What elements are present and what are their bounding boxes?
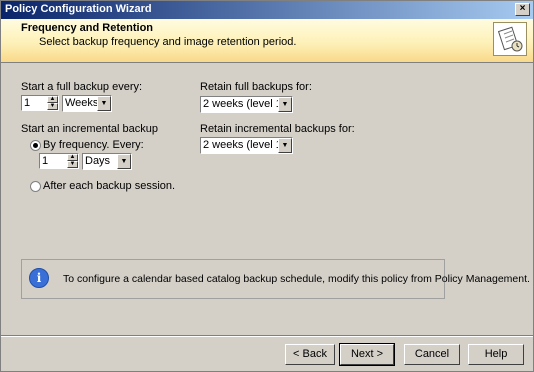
full-backup-unit-value: Weeks [65,97,99,109]
retain-incremental-label: Retain incremental backups for: [200,123,355,135]
incremental-unit-select[interactable]: Days ▼ [82,153,132,170]
page-subtitle: Select backup frequency and image retent… [39,36,297,48]
help-button[interactable]: Help [468,344,524,365]
after-session-label[interactable]: After each backup session. [43,180,175,192]
retain-full-value: 2 weeks (level 1) [203,98,286,110]
after-session-radio[interactable] [30,181,41,192]
info-message: To configure a calendar based catalog ba… [63,273,530,285]
retain-incremental-select[interactable]: 2 weeks (level 1) ▼ [200,137,293,154]
chevron-down-icon[interactable]: ▼ [278,138,292,153]
close-button[interactable]: × [515,3,530,16]
retain-incremental-value: 2 weeks (level 1) [203,139,286,151]
info-panel: i To configure a calendar based catalog … [21,259,530,299]
button-separator [1,335,533,337]
incremental-unit-value: Days [85,155,111,167]
incremental-label: Start an incremental backup [21,123,158,135]
wizard-document-icon [493,22,527,56]
wizard-header: Frequency and Retention Select backup fr… [1,19,533,63]
window-title: Policy Configuration Wizard [5,3,152,15]
next-button[interactable]: Next > [339,343,395,366]
page-title: Frequency and Retention [21,22,154,34]
chevron-down-icon[interactable]: ▼ [278,97,292,112]
spin-up-icon[interactable]: ▲ [67,154,78,161]
wizard-window: Policy Configuration Wizard × Frequency … [0,0,534,372]
info-icon: i [29,268,49,288]
full-backup-interval-value: 1 [24,97,31,109]
retain-full-select[interactable]: 2 weeks (level 1) ▼ [200,96,293,113]
spin-down-icon[interactable]: ▼ [67,161,78,168]
by-frequency-label[interactable]: By frequency. Every: [43,139,144,151]
incremental-interval-spinner[interactable]: 1 ▲ ▼ [39,153,79,169]
title-bar[interactable]: Policy Configuration Wizard × [1,1,533,19]
cancel-button[interactable]: Cancel [404,344,460,365]
by-frequency-radio[interactable] [30,140,41,151]
retain-full-label: Retain full backups for: [200,81,312,93]
full-backup-unit-select[interactable]: Weeks ▼ [62,95,112,112]
back-button[interactable]: < Back [285,344,335,365]
incremental-interval-value: 1 [42,155,49,167]
spin-down-icon[interactable]: ▼ [47,103,58,110]
chevron-down-icon[interactable]: ▼ [117,154,131,169]
chevron-down-icon[interactable]: ▼ [97,96,111,111]
spin-up-icon[interactable]: ▲ [47,96,58,103]
full-backup-label: Start a full backup every: [21,81,143,93]
full-backup-interval-spinner[interactable]: 1 ▲ ▼ [21,95,59,111]
